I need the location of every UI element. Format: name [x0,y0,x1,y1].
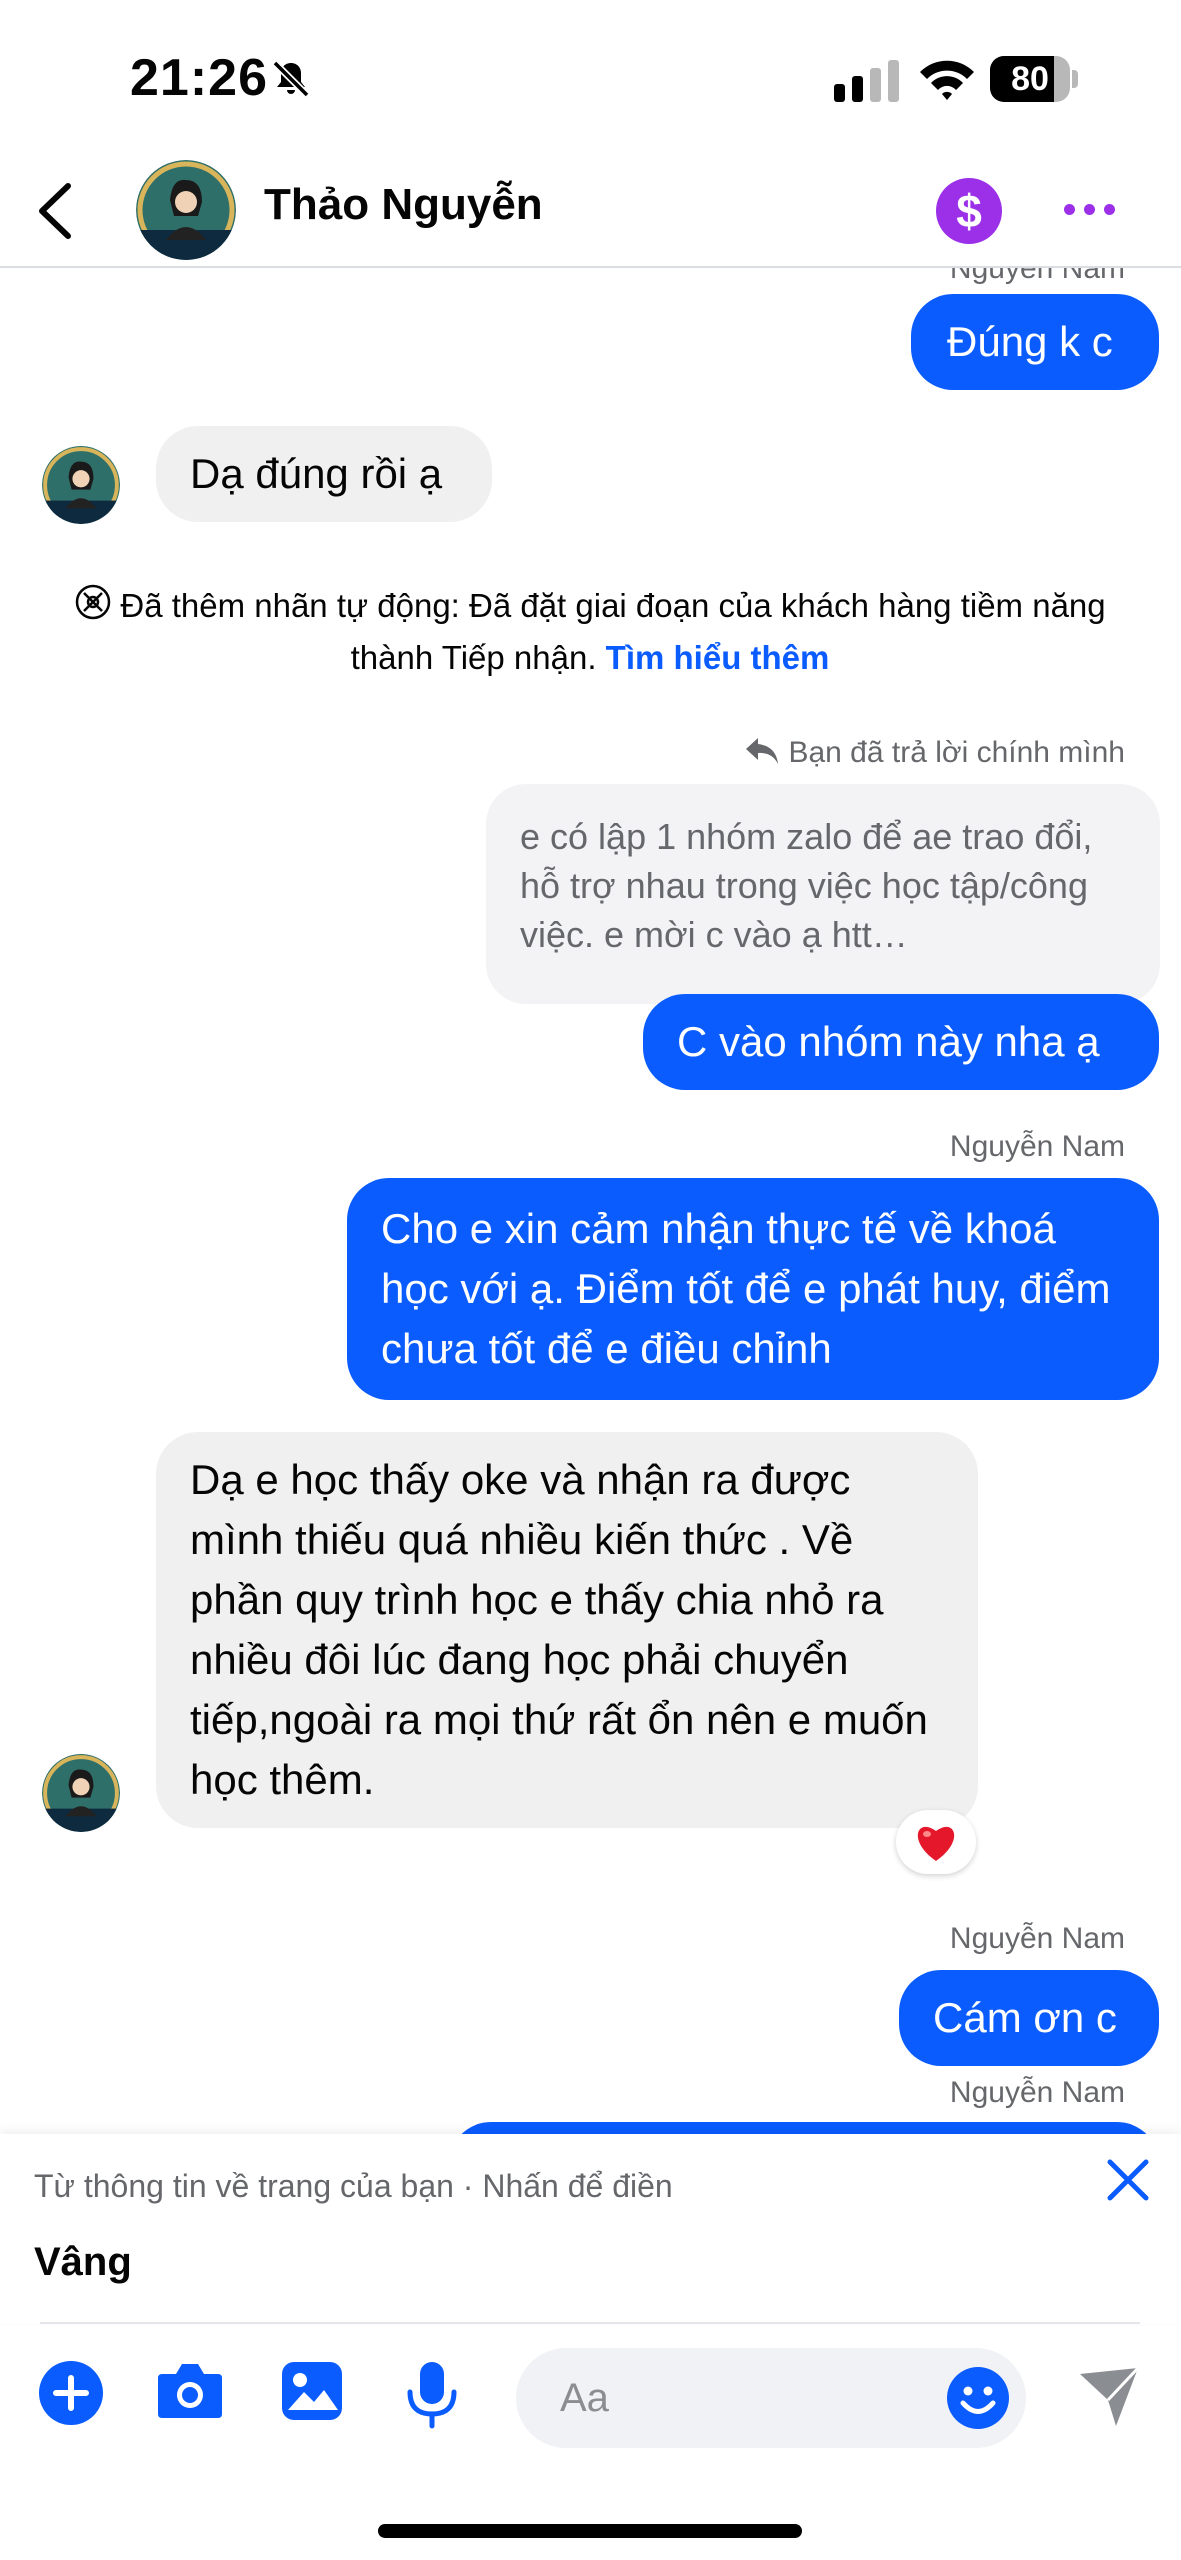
outgoing-message[interactable]: Đúng k c [911,294,1159,390]
message-reaction[interactable] [896,1810,976,1874]
sender-label: Nguyễn Nam [949,1130,1125,1163]
status-time: 21:26 [130,49,268,107]
learn-more-link[interactable]: Tìm hiểu thêm [606,639,830,676]
battery-level: 80 [1011,60,1049,98]
battery-indicator: 80 [990,56,1078,102]
reply-suggestion-panel: Từ thông tin về trang của bạn · Nhấn để … [0,2134,1181,2324]
messenger-screen: 21:26 80 Thảo Nguyễn $ Nguyễn Nam Đúng k… [0,0,1181,2560]
camera-icon[interactable] [156,2360,224,2420]
message-composer: Aa [0,2326,1181,2466]
suggestion-hint: Từ thông tin về trang của bạn · Nhấn để … [34,2168,673,2204]
sender-label: Nguyễn Nam [949,268,1125,285]
outgoing-message[interactable] [449,2122,1159,2134]
avatar[interactable] [42,1754,120,1832]
outgoing-message[interactable]: C vào nhóm này nha ạ [643,994,1159,1090]
incoming-message[interactable]: Dạ đúng rồi ạ [156,426,492,522]
send-icon[interactable] [1078,2366,1140,2428]
avatar[interactable] [136,160,236,260]
incoming-message[interactable]: Dạ e học thấy oke và nhận ra được mình t… [156,1432,978,1828]
outgoing-message[interactable]: Cho e xin cảm nhận thực tế về khoá học v… [347,1178,1159,1400]
avatar[interactable] [42,446,120,524]
back-icon[interactable] [30,180,82,242]
bell-slash-icon [272,60,310,98]
emoji-icon[interactable] [946,2366,1010,2430]
chat-header: Thảo Nguyễn $ [0,150,1181,268]
outgoing-message[interactable]: Cám ơn c [899,1970,1159,2066]
quoted-message[interactable]: e có lập 1 nhóm zalo để ae trao đổi, hỗ … [486,784,1160,1004]
microphone-icon[interactable] [404,2360,460,2430]
contact-name[interactable]: Thảo Nguyễn [264,180,543,230]
sender-label: Nguyễn Nam [949,1922,1125,1955]
status-bar: 21:26 80 [0,0,1181,150]
chat-area[interactable]: Nguyễn Nam Đúng k c Dạ đúng rồi ạ Đã thê… [0,268,1181,2134]
wifi-icon [920,60,974,100]
divider [40,2322,1140,2324]
home-indicator[interactable] [378,2524,802,2538]
suggested-reply[interactable]: Vâng [34,2240,132,2285]
sender-label: Nguyễn Nam [949,2076,1125,2109]
system-message: Đã thêm nhãn tự động: Đã đặt giai đoạn c… [40,580,1140,684]
reply-icon [746,738,779,764]
message-input[interactable]: Aa [516,2348,1026,2448]
auto-label-icon [76,584,111,620]
heart-icon [917,1826,955,1861]
image-icon[interactable] [280,2360,344,2422]
dollar-icon[interactable]: $ [936,178,1002,244]
plus-icon[interactable] [38,2360,104,2426]
reply-note: Bạn đã trả lời chính mình [744,736,1125,770]
input-placeholder: Aa [560,2376,609,2420]
reply-note-text: Bạn đã trả lời chính mình [788,736,1125,769]
close-icon[interactable] [1100,2152,1156,2208]
more-icon[interactable] [1062,188,1118,232]
signal-icon [834,60,899,102]
